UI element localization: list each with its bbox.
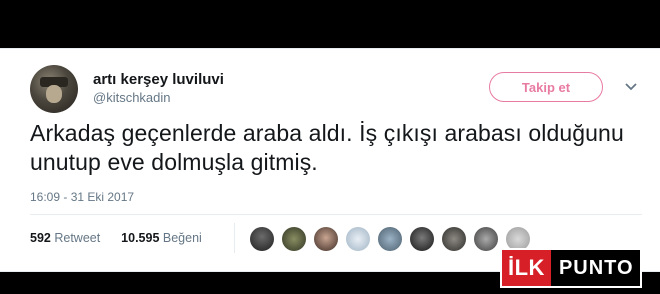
like-label: Beğeni (162, 231, 202, 245)
ilk-punto-logo: İLK PUNTO (500, 248, 642, 288)
display-name[interactable]: artı kerşey luviluvi (93, 71, 224, 88)
follow-button[interactable]: Takip et (489, 72, 603, 102)
like-count: 10.595 (121, 231, 160, 245)
liker-avatar[interactable] (282, 227, 306, 251)
liker-avatar[interactable] (410, 227, 434, 251)
chevron-down-icon[interactable] (625, 82, 637, 92)
liker-avatar[interactable] (378, 227, 402, 251)
liker-avatar[interactable] (474, 227, 498, 251)
tweet-timestamp[interactable]: 16:09 - 31 Eki 2017 (30, 190, 134, 204)
stats-divider (234, 223, 235, 253)
tweet-text: Arkadaş geçenlerde araba aldı. İş çıkışı… (30, 120, 624, 175)
avatar[interactable] (30, 65, 78, 113)
liker-avatar[interactable] (442, 227, 466, 251)
retweet-count: 592 (30, 231, 51, 245)
divider (30, 214, 642, 215)
liker-avatar[interactable] (314, 227, 338, 251)
liker-avatar[interactable] (346, 227, 370, 251)
retweet-stat[interactable]: 592 Retweet (30, 231, 104, 245)
tweet-card: artı kerşey luviluvi @kitschkadin Takip … (0, 48, 660, 272)
liker-avatar[interactable] (250, 227, 274, 251)
like-stat[interactable]: 10.595 Beğeni (121, 231, 202, 245)
tweet-stats: 592 Retweet 10.595 Beğeni (30, 231, 202, 245)
logo-punto: PUNTO (550, 250, 640, 286)
user-handle[interactable]: @kitschkadin (93, 90, 171, 105)
retweet-label: Retweet (54, 231, 101, 245)
logo-ilk: İLK (502, 250, 551, 286)
avatar-face (46, 85, 62, 103)
